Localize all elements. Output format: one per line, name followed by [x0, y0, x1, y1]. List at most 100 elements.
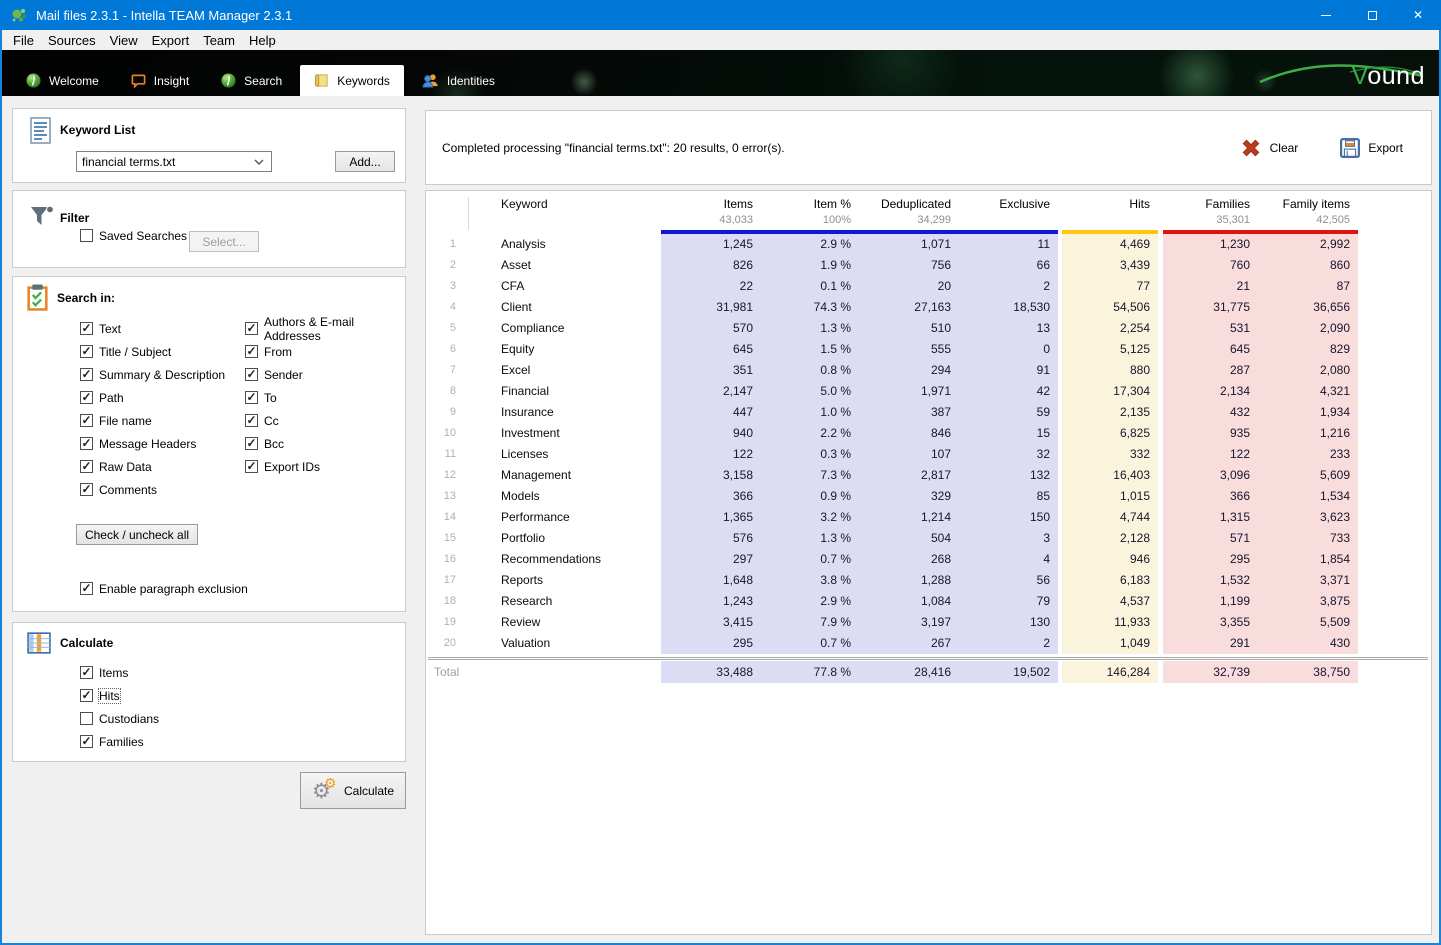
clear-button[interactable]: Clear: [1240, 137, 1299, 159]
total-family-items: 38,750: [1258, 661, 1358, 683]
add-button[interactable]: Add...: [335, 151, 395, 172]
table-row[interactable]: 13 Models 366 0.9 % 329 85 1,015 366 1,5…: [429, 486, 1358, 507]
menu-item[interactable]: Sources: [41, 30, 103, 50]
checkbox[interactable]: [80, 735, 93, 748]
table-row[interactable]: 8 Financial 2,147 5.0 % 1,971 42 17,304 …: [429, 381, 1358, 402]
menu-item[interactable]: Team: [196, 30, 242, 50]
table-row[interactable]: 5 Compliance 570 1.3 % 510 13 2,254 531 …: [429, 318, 1358, 339]
table-row[interactable]: 19 Review 3,415 7.9 % 3,197 130 11,933 3…: [429, 612, 1358, 633]
checkbox[interactable]: [80, 712, 93, 725]
table-row[interactable]: 6 Equity 645 1.5 % 555 0 5,125 645 829: [429, 339, 1358, 360]
checkbox[interactable]: [80, 689, 93, 702]
calculate-option[interactable]: Custodians: [80, 707, 159, 730]
maximize-button[interactable]: [1349, 0, 1395, 30]
checkbox[interactable]: [80, 229, 93, 242]
checkbox[interactable]: [245, 345, 258, 358]
search-in-option[interactable]: Cc: [245, 409, 405, 432]
menu-item[interactable]: View: [103, 30, 145, 50]
table-row[interactable]: 12 Management 3,158 7.3 % 2,817 132 16,4…: [429, 465, 1358, 486]
table-row[interactable]: 11 Licenses 122 0.3 % 107 32 332 122 233: [429, 444, 1358, 465]
search-in-option[interactable]: Summary & Description: [80, 363, 225, 386]
table-row[interactable]: 14 Performance 1,365 3.2 % 1,214 150 4,7…: [429, 507, 1358, 528]
table-row[interactable]: 15 Portfolio 576 1.3 % 504 3 2,128 571 7…: [429, 528, 1358, 549]
deduplicated-cell: 555: [859, 339, 959, 360]
column-header-exclusive[interactable]: Exclusive: [959, 197, 1058, 230]
checkbox[interactable]: [245, 437, 258, 450]
table-row[interactable]: 1 Analysis 1,245 2.9 % 1,071 11 4,469 1,…: [429, 234, 1358, 255]
search-in-option[interactable]: To: [245, 386, 405, 409]
row-number: 8: [429, 381, 469, 402]
minimize-button[interactable]: [1303, 0, 1349, 30]
column-header-items[interactable]: Items43,033: [661, 197, 761, 230]
menu-item[interactable]: File: [6, 30, 41, 50]
search-in-option[interactable]: Path: [80, 386, 225, 409]
row-number: 10: [429, 423, 469, 444]
table-row[interactable]: 4 Client 31,981 74.3 % 27,163 18,530 54,…: [429, 297, 1358, 318]
exclusive-cell: 85: [959, 486, 1058, 507]
keyword-cell: Client: [469, 297, 661, 318]
check-uncheck-all-button[interactable]: Check / uncheck all: [76, 524, 198, 545]
table-row[interactable]: 2 Asset 826 1.9 % 756 66 3,439 760 860: [429, 255, 1358, 276]
table-row[interactable]: 17 Reports 1,648 3.8 % 1,288 56 6,183 1,…: [429, 570, 1358, 591]
tab-search[interactable]: Search: [207, 65, 296, 96]
calculate-option[interactable]: Hits: [80, 684, 159, 707]
checkbox[interactable]: [80, 460, 93, 473]
export-button[interactable]: Export: [1340, 138, 1403, 158]
search-in-option[interactable]: File name: [80, 409, 225, 432]
tab-keywords[interactable]: Keywords: [300, 65, 404, 96]
total-deduplicated: 28,416: [859, 661, 959, 683]
search-in-option[interactable]: Message Headers: [80, 432, 225, 455]
search-in-option[interactable]: Raw Data: [80, 455, 225, 478]
table-row[interactable]: 10 Investment 940 2.2 % 846 15 6,825 935…: [429, 423, 1358, 444]
search-in-option[interactable]: Bcc: [245, 432, 405, 455]
search-in-option[interactable]: Title / Subject: [80, 340, 225, 363]
search-in-option[interactable]: Authors & E-mail Addresses: [245, 317, 405, 340]
tab-identities[interactable]: Identities: [408, 65, 509, 96]
close-button[interactable]: ✕: [1395, 0, 1441, 30]
menu-item[interactable]: Export: [145, 30, 197, 50]
checkbox[interactable]: [80, 345, 93, 358]
checkbox[interactable]: [245, 460, 258, 473]
checkbox[interactable]: [245, 391, 258, 404]
search-in-option[interactable]: Export IDs: [245, 455, 405, 478]
saved-searches-checkbox[interactable]: Saved Searches: [80, 224, 187, 247]
search-in-option[interactable]: Comments: [80, 478, 225, 501]
table-row[interactable]: 3 CFA 22 0.1 % 20 2 77 21 87: [429, 276, 1358, 297]
search-in-option[interactable]: From: [245, 340, 405, 363]
column-header-deduplicated[interactable]: Deduplicated34,299: [859, 197, 959, 230]
table-row[interactable]: 16 Recommendations 297 0.7 % 268 4 946 2…: [429, 549, 1358, 570]
tab-insight[interactable]: Insight: [117, 65, 203, 96]
select-button[interactable]: Select...: [189, 231, 259, 252]
family-items-cell: 5,509: [1258, 612, 1358, 633]
search-in-option[interactable]: Text: [80, 317, 225, 340]
table-row[interactable]: 7 Excel 351 0.8 % 294 91 880 287 2,080: [429, 360, 1358, 381]
column-header-family-items[interactable]: Family items42,505: [1258, 197, 1358, 230]
keyword-list-dropdown[interactable]: financial terms.txt: [76, 151, 272, 172]
checkbox[interactable]: [80, 582, 93, 595]
checkbox[interactable]: [80, 414, 93, 427]
column-header-keyword[interactable]: Keyword: [469, 197, 661, 230]
column-header-hits[interactable]: Hits: [1058, 197, 1158, 230]
table-row[interactable]: 20 Valuation 295 0.7 % 267 2 1,049 291 4…: [429, 633, 1358, 654]
checkbox[interactable]: [80, 322, 93, 335]
search-in-option[interactable]: Sender: [245, 363, 405, 386]
checkbox[interactable]: [80, 666, 93, 679]
checkbox[interactable]: [245, 368, 258, 381]
checkbox[interactable]: [245, 322, 258, 335]
column-header-families[interactable]: Families35,301: [1158, 197, 1258, 230]
paragraph-exclusion-checkbox[interactable]: Enable paragraph exclusion: [80, 577, 248, 600]
tab-welcome[interactable]: Welcome: [12, 65, 113, 96]
row-number: 19: [429, 612, 469, 633]
menu-item[interactable]: Help: [242, 30, 283, 50]
checkbox[interactable]: [80, 483, 93, 496]
checkbox[interactable]: [245, 414, 258, 427]
column-header-item-pct[interactable]: Item %100%: [761, 197, 859, 230]
calculate-option[interactable]: Items: [80, 661, 159, 684]
calculate-option[interactable]: Families: [80, 730, 159, 753]
checkbox[interactable]: [80, 437, 93, 450]
checkbox[interactable]: [80, 368, 93, 381]
table-row[interactable]: 9 Insurance 447 1.0 % 387 59 2,135 432 1…: [429, 402, 1358, 423]
table-row[interactable]: 18 Research 1,243 2.9 % 1,084 79 4,537 1…: [429, 591, 1358, 612]
checkbox[interactable]: [80, 391, 93, 404]
calculate-button[interactable]: ⚙⚙ Calculate: [300, 772, 406, 809]
